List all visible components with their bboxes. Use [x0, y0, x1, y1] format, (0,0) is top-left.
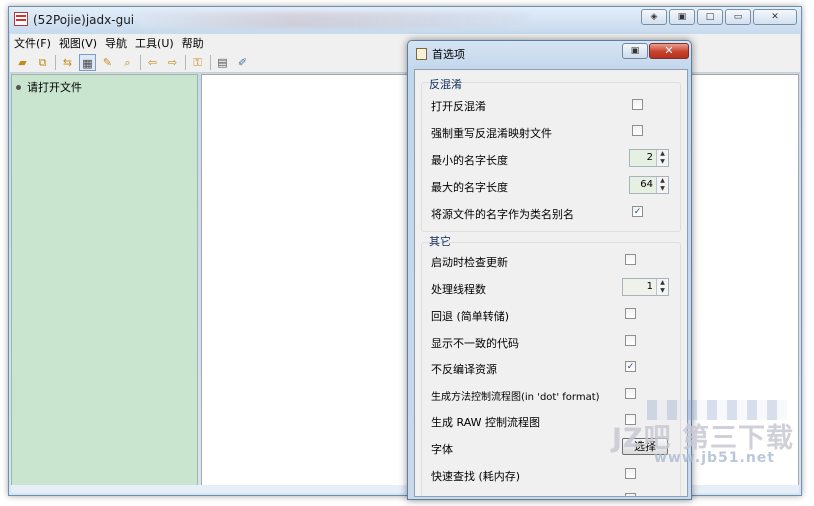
toolbar-divider — [210, 54, 211, 70]
cfg-checkbox[interactable] — [625, 388, 636, 399]
blurred-tabs — [139, 12, 529, 28]
fallback-label: 回退 (简单转储) — [431, 310, 510, 323]
choose-font-button[interactable]: 选择 — [622, 438, 668, 455]
dialog-title: 首选项 — [432, 48, 465, 61]
preferences-icon[interactable]: ✐ — [234, 54, 251, 71]
deobf-force-checkbox[interactable] — [632, 125, 643, 136]
restore-icon[interactable]: ◈ — [641, 9, 667, 25]
sync-icon[interactable]: ⇆ — [59, 54, 76, 71]
extra-option-checkbox[interactable] — [625, 493, 636, 496]
spinner-arrows-icon[interactable]: ▲ ▼ — [656, 279, 668, 295]
maximize-button[interactable]: ▭ — [725, 9, 751, 25]
deobf-use-source-checkbox[interactable]: ✓ — [632, 206, 643, 217]
dialog-close-button[interactable]: ✕ — [649, 43, 689, 59]
skip-resources-checkbox[interactable]: ✓ — [625, 361, 636, 372]
deobf-enable-label: 打开反混淆 — [431, 100, 486, 113]
close-button[interactable]: ✕ — [753, 9, 797, 25]
minimize-button[interactable]: □ — [697, 9, 723, 25]
deobfuscation-icon[interactable]: ⚿ — [189, 54, 206, 71]
search-text-icon[interactable]: ✎ — [99, 54, 116, 71]
toolbar-divider — [185, 54, 186, 70]
font-label: 字体 — [431, 443, 453, 456]
threads-spinner[interactable]: 1 ▲ ▼ — [622, 278, 669, 296]
spinner-arrows-icon[interactable]: ▲ ▼ — [656, 150, 668, 166]
fallback-checkbox[interactable] — [625, 308, 636, 319]
toolbar-divider — [55, 54, 56, 70]
threads-label: 处理线程数 — [431, 283, 486, 296]
check-update-checkbox[interactable] — [625, 254, 636, 265]
dialog-content: 反混淆 打开反混淆 强制重写反混淆映射文件 最小的名字长度 2 ▲ ▼ 最大的名字… — [414, 69, 688, 497]
file-tree[interactable]: 请打开文件 — [11, 74, 198, 486]
add-file-icon[interactable]: ⧉ — [34, 54, 51, 71]
title-bar[interactable]: (52Pojie)jadx-gui ◈ ▣ □ ▭ ✕ — [9, 7, 801, 33]
menu-tools[interactable]: 工具(U) — [135, 35, 174, 51]
window-controls: ◈ ▣ □ ▭ ✕ — [641, 9, 797, 25]
pin-icon[interactable]: ▣ — [669, 9, 695, 25]
jadx-app-icon — [14, 12, 28, 26]
max-length-spinner[interactable]: 64 ▲ ▼ — [629, 176, 669, 194]
log-icon[interactable]: ▤ — [214, 54, 231, 71]
raw-cfg-checkbox[interactable] — [625, 414, 636, 425]
deobf-enable-checkbox[interactable] — [632, 99, 643, 110]
dialog-title-bar[interactable]: 首选项 — [416, 46, 465, 62]
fast-search-label: 快速查找 (耗内存) — [431, 470, 521, 483]
menu-file[interactable]: 文件(F) — [14, 35, 51, 51]
preferences-dialog: 首选项 ▣ ✕ 反混淆 打开反混淆 强制重写反混淆映射文件 最小的名字长度 2 … — [407, 40, 692, 500]
dialog-minimize-button[interactable]: ▣ — [622, 43, 648, 59]
menu-navigation[interactable]: 导航 — [105, 35, 127, 51]
check-update-label: 启动时检查更新 — [431, 256, 508, 269]
flatten-icon[interactable]: ▦ — [79, 53, 96, 71]
cfg-label: 生成方法控制流程图(in 'dot' format) — [431, 392, 600, 403]
deobf-use-source-label: 将源文件的名字作为类名别名 — [431, 208, 574, 221]
min-length-spinner[interactable]: 2 ▲ ▼ — [629, 149, 669, 167]
raw-cfg-label: 生成 RAW 控制流程图 — [431, 416, 540, 429]
toolbar-divider — [140, 54, 141, 70]
deobf-max-length-label: 最大的名字长度 — [431, 181, 508, 194]
deobfuscation-group-title: 反混淆 — [429, 78, 462, 91]
other-group-title: 其它 — [429, 235, 451, 248]
inconsistent-code-label: 显示不一致的代码 — [431, 337, 519, 350]
fast-search-checkbox[interactable] — [625, 468, 636, 479]
forward-icon[interactable]: ⇨ — [164, 54, 181, 71]
deobf-min-length-label: 最小的名字长度 — [431, 154, 508, 167]
document-icon — [416, 48, 427, 60]
search-class-icon[interactable]: ⌕ — [119, 54, 136, 71]
back-icon[interactable]: ⇦ — [144, 54, 161, 71]
max-length-value: 64 — [640, 179, 653, 190]
menu-view[interactable]: 视图(V) — [59, 35, 97, 51]
skip-resources-label: 不反编译资源 — [431, 363, 497, 376]
menu-help[interactable]: 帮助 — [182, 35, 204, 51]
bullet-icon — [16, 84, 21, 90]
threads-value: 1 — [646, 281, 653, 292]
tree-item-open-file[interactable]: 请打开文件 — [16, 79, 82, 95]
window-title: (52Pojie)jadx-gui — [33, 13, 135, 27]
tree-item-label: 请打开文件 — [27, 81, 82, 94]
open-file-icon[interactable]: ▰ — [14, 54, 31, 71]
min-length-value: 2 — [646, 152, 653, 163]
spinner-arrows-icon[interactable]: ▲ ▼ — [656, 177, 668, 193]
inconsistent-code-checkbox[interactable] — [625, 335, 636, 346]
deobf-force-label: 强制重写反混淆映射文件 — [431, 127, 552, 140]
